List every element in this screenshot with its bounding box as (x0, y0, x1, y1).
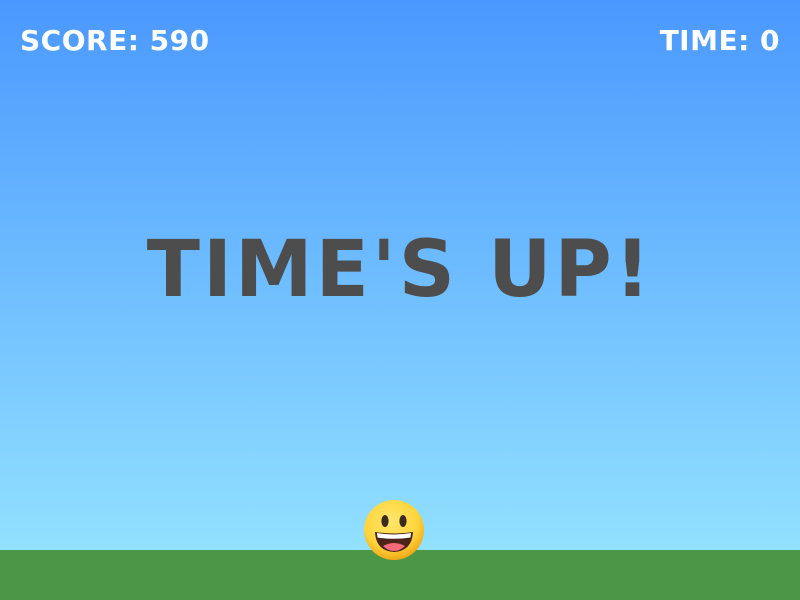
grinning-face-icon (363, 499, 425, 561)
score-display: SCORE: 590 (20, 24, 210, 57)
game-canvas[interactable]: SCORE: 590 TIME: 0 TIME'S UP! (0, 0, 800, 600)
time-display: TIME: 0 (659, 24, 780, 57)
times-up-banner: TIME'S UP! (146, 225, 654, 315)
